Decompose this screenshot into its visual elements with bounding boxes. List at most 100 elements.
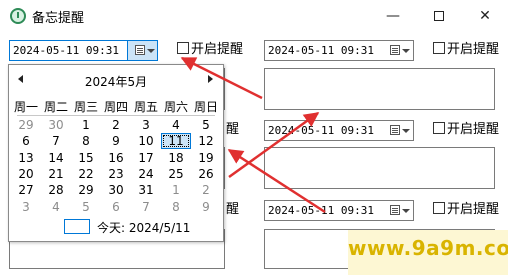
reminder-1-enable-label: 开启提醒: [191, 42, 244, 57]
calendar-day[interactable]: 9: [101, 133, 131, 149]
calendar-icon: [390, 45, 400, 55]
calendar-day[interactable]: 7: [41, 133, 71, 149]
calendar-day[interactable]: 16: [101, 150, 131, 166]
calendar-day[interactable]: 3: [131, 117, 161, 133]
calendar-day[interactable]: 8: [161, 199, 191, 215]
calendar-day[interactable]: 31: [131, 182, 161, 198]
calendar-day[interactable]: 22: [71, 166, 101, 182]
calendar-day[interactable]: 26: [191, 166, 221, 182]
calendar-icon: [135, 45, 145, 55]
calendar-day[interactable]: 5: [71, 199, 101, 215]
calendar-day[interactable]: 12: [191, 133, 221, 149]
calendar-day[interactable]: 4: [41, 199, 71, 215]
reminder-1-enable-checkbox[interactable]: 开启提醒: [177, 42, 243, 58]
calendar-day[interactable]: 18: [161, 150, 191, 166]
calendar-day[interactable]: 24: [131, 166, 161, 182]
reminder-5-enable-checkbox[interactable]: 醒: [226, 202, 239, 218]
calendar-day[interactable]: 28: [41, 182, 71, 198]
calendar-day-selected[interactable]: 11: [161, 133, 191, 150]
reminder-4-datetime-value: 2024-05-11 09:31: [268, 124, 374, 137]
today-link[interactable]: 今天: 2024/5/11: [97, 219, 190, 236]
reminder-6-enable-label: 开启提醒: [447, 202, 500, 217]
calendar-day[interactable]: 30: [101, 182, 131, 198]
reminder-2-memo-textarea[interactable]: [264, 68, 495, 110]
reminder-4-memo-textarea[interactable]: [264, 147, 495, 189]
reminder-4-enable-checkbox[interactable]: 开启提醒: [433, 122, 499, 138]
weekday-header: 周一 周二 周三 周四 周五 周六 周日: [11, 98, 221, 114]
reminder-3-enable-label-partial: 醒: [226, 122, 240, 137]
window-title: 备忘提醒: [32, 11, 85, 26]
calendar-day[interactable]: 4: [161, 117, 191, 133]
calendar-day[interactable]: 7: [131, 199, 161, 215]
weekday-label: 周日: [193, 100, 218, 114]
checkbox-icon: [433, 42, 445, 54]
close-button[interactable]: ✕: [462, 0, 508, 32]
chevron-down-icon: [147, 49, 155, 53]
calendar-day[interactable]: 8: [71, 133, 101, 149]
calendar-day[interactable]: 5: [191, 117, 221, 133]
reminder-6-datetime-picker[interactable]: 2024-05-11 09:31: [264, 200, 414, 221]
reminder-2-enable-label: 开启提醒: [447, 42, 500, 57]
weekday-divider: [17, 115, 215, 116]
calendar-day[interactable]: 15: [71, 150, 101, 166]
calendar-day[interactable]: 20: [11, 166, 41, 182]
next-month-button[interactable]: [204, 73, 216, 85]
reminder-2-datetime-picker[interactable]: 2024-05-11 09:31: [264, 40, 414, 61]
reminder-2-datetime-value: 2024-05-11 09:31: [268, 44, 374, 57]
chevron-down-icon: [402, 209, 410, 213]
calendar-day[interactable]: 3: [11, 199, 41, 215]
reminder-5-enable-label-partial: 醒: [226, 202, 240, 217]
chevron-down-icon: [402, 129, 410, 133]
calendar-day[interactable]: 17: [131, 150, 161, 166]
reminder-2-enable-checkbox[interactable]: 开启提醒: [433, 42, 499, 58]
reminder-6-enable-checkbox[interactable]: 开启提醒: [433, 202, 499, 218]
reminder-1-datetime-value: 2024-05-11 09:31: [13, 44, 119, 57]
weekday-label: 周五: [133, 100, 158, 114]
calendar-day[interactable]: 13: [11, 150, 41, 166]
calendar-day[interactable]: 30: [41, 117, 71, 133]
maximize-button[interactable]: [416, 0, 462, 32]
chevron-down-icon: [402, 49, 410, 53]
reminder-4-datetime-picker[interactable]: 2024-05-11 09:31: [264, 120, 414, 141]
checkbox-icon: [177, 42, 189, 54]
title-bar[interactable]: 备忘提醒 — ✕: [0, 0, 508, 32]
calendar-day[interactable]: 2: [101, 117, 131, 133]
reminder-4-enable-label: 开启提醒: [447, 122, 500, 137]
calendar-day[interactable]: 10: [131, 133, 161, 149]
weekday-label: 周二: [43, 100, 68, 114]
calendar-day[interactable]: 29: [11, 117, 41, 133]
calendar-day[interactable]: 6: [11, 133, 41, 149]
calendar-day[interactable]: 1: [161, 182, 191, 198]
calendar-day[interactable]: 27: [11, 182, 41, 198]
watermark-text: www.9a9m.com: [348, 236, 508, 260]
reminder-4-dropdown-button[interactable]: [383, 121, 413, 140]
calendar-day[interactable]: 2: [191, 182, 221, 198]
checkbox-icon: [433, 122, 445, 134]
maximize-icon: [434, 11, 444, 21]
reminder-6-dropdown-button[interactable]: [383, 201, 413, 220]
reminder-3-enable-checkbox[interactable]: 醒: [226, 122, 239, 138]
calendar-day[interactable]: 14: [41, 150, 71, 166]
weekday-label: 周六: [163, 100, 188, 114]
watermark: www.9a9m.com: [348, 230, 508, 275]
reminder-6-datetime-value: 2024-05-11 09:31: [268, 204, 374, 217]
calendar-day[interactable]: 1: [71, 117, 101, 133]
calendar-day[interactable]: 21: [41, 166, 71, 182]
checkbox-icon: [433, 202, 445, 214]
weekday-label: 周一: [13, 100, 38, 114]
calendar-month-title[interactable]: 2024年5月: [9, 73, 223, 90]
calendar-icon: [390, 125, 400, 135]
clock-icon: [10, 8, 26, 24]
reminder-1-dropdown-button[interactable]: [127, 41, 157, 60]
calendar-day[interactable]: 29: [71, 182, 101, 198]
reminder-2-dropdown-button[interactable]: [383, 41, 413, 60]
minimize-button[interactable]: —: [370, 0, 416, 32]
calendar-day[interactable]: 23: [101, 166, 131, 182]
calendar-day[interactable]: 6: [101, 199, 131, 215]
calendar-day[interactable]: 25: [161, 166, 191, 182]
calendar-day[interactable]: 9: [191, 199, 221, 215]
calendar-day[interactable]: 19: [191, 150, 221, 166]
reminder-1-datetime-picker[interactable]: 2024-05-11 09:31: [9, 40, 158, 61]
today-marker: [64, 219, 90, 234]
weekday-label: 周四: [103, 100, 128, 114]
